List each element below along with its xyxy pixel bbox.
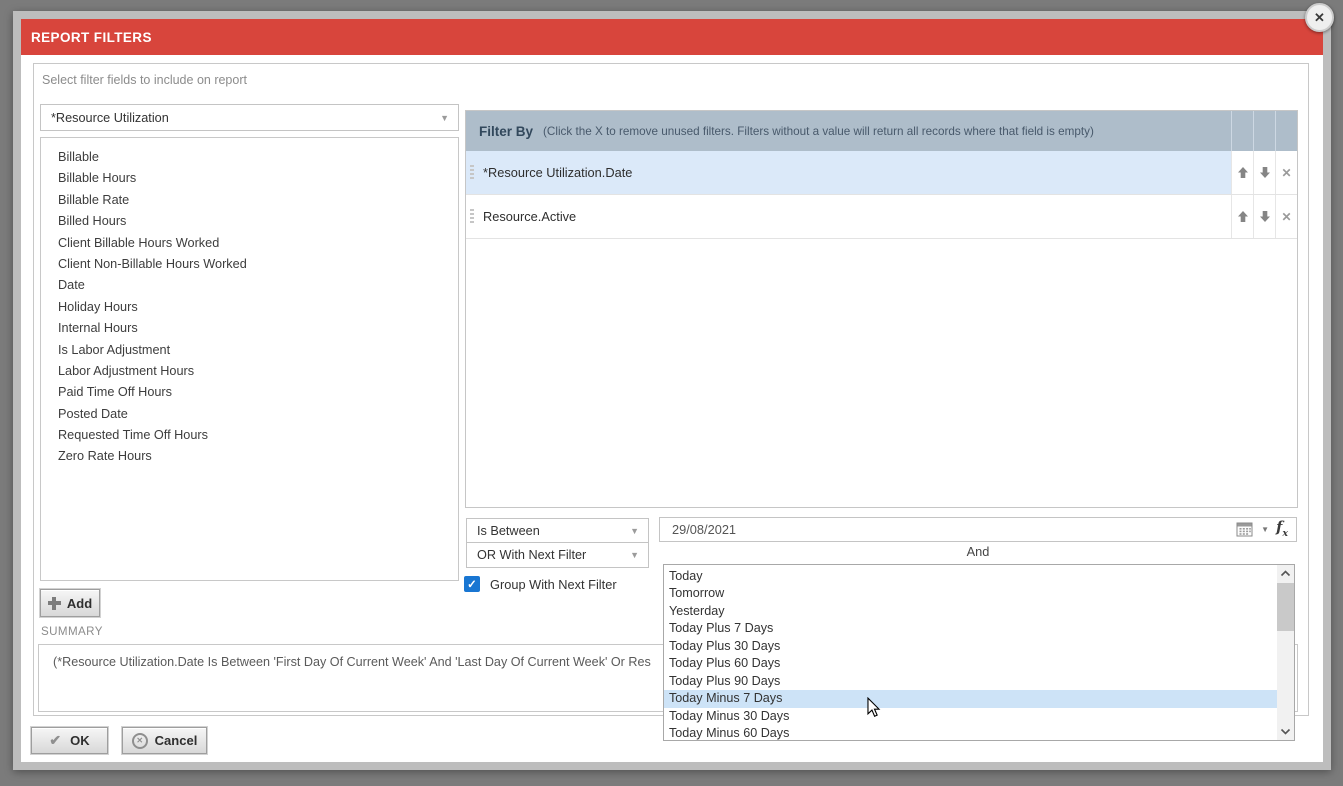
- scrollbar-thumb[interactable]: [1277, 583, 1294, 631]
- chevron-down-icon: ▼: [630, 550, 639, 560]
- chevron-down-icon: ▼: [630, 526, 639, 536]
- chevron-down-icon: ▼: [440, 113, 449, 123]
- summary-label: SUMMARY: [41, 625, 103, 638]
- filter-row-label: *Resource Utilization.Date: [483, 165, 632, 180]
- filter-rows: *Resource Utilization.Date ✕: [466, 151, 1297, 239]
- chevron-down-icon[interactable]: ▼: [1261, 525, 1269, 534]
- scroll-up-icon: [1280, 570, 1291, 577]
- operator-dropdown[interactable]: Is Between ▼: [466, 518, 649, 543]
- date-options-list: Today Tomorrow Yesterday Today Plus 7 Da…: [663, 564, 1295, 741]
- close-button[interactable]: ✕: [1305, 3, 1334, 32]
- scroll-down-icon: [1280, 728, 1291, 735]
- field-item[interactable]: Billed Hours: [41, 211, 458, 232]
- date-value-input[interactable]: 29/08/2021 ▼ fx: [659, 517, 1297, 542]
- scrollbar-down-button[interactable]: [1277, 723, 1294, 740]
- filter-table-header: Filter By (Click the X to remove unused …: [466, 111, 1297, 151]
- field-item[interactable]: Internal Hours: [41, 318, 458, 339]
- check-icon: ✔: [49, 732, 61, 749]
- field-item[interactable]: Is Labor Adjustment: [41, 340, 458, 361]
- field-item[interactable]: Billable Rate: [41, 190, 458, 211]
- calendar-icon[interactable]: [1236, 521, 1253, 537]
- category-dropdown-value: *Resource Utilization: [51, 111, 169, 125]
- checkbox-checked-icon[interactable]: ✓: [464, 576, 480, 592]
- scrollbar-track[interactable]: [1277, 565, 1294, 740]
- drag-handle-icon[interactable]: [470, 165, 474, 181]
- field-item[interactable]: Paid Time Off Hours: [41, 382, 458, 403]
- date-option[interactable]: Yesterday: [664, 603, 1294, 620]
- date-option[interactable]: Today Plus 7 Days: [664, 620, 1294, 637]
- plus-icon: [48, 597, 61, 610]
- field-item[interactable]: Posted Date: [41, 404, 458, 425]
- dialog-titlebar: REPORT FILTERS: [21, 19, 1323, 55]
- ok-button-label: OK: [70, 733, 90, 748]
- date-value: 29/08/2021: [672, 522, 736, 537]
- date-option[interactable]: Today Plus 30 Days: [664, 638, 1294, 655]
- remove-filter-button[interactable]: ✕: [1275, 151, 1297, 194]
- remove-x-icon: ✕: [1281, 166, 1291, 180]
- date-option[interactable]: Tomorrow: [664, 585, 1294, 602]
- filter-row[interactable]: *Resource Utilization.Date ✕: [466, 151, 1297, 195]
- drag-handle-icon[interactable]: [470, 209, 474, 225]
- date-option[interactable]: Today: [664, 568, 1294, 585]
- header-cell-up: [1231, 111, 1253, 151]
- date-option[interactable]: Today Minus 7 Days: [664, 690, 1294, 707]
- remove-x-icon: ✕: [1281, 210, 1291, 224]
- category-dropdown[interactable]: *Resource Utilization ▼: [40, 104, 459, 131]
- filter-table: Filter By (Click the X to remove unused …: [465, 110, 1298, 508]
- remove-filter-button[interactable]: ✕: [1275, 195, 1297, 238]
- report-filters-dialog: REPORT FILTERS ✕ Select filter fields to…: [13, 11, 1331, 770]
- move-down-button[interactable]: [1253, 195, 1275, 238]
- cancel-button[interactable]: ✕ Cancel: [122, 727, 207, 754]
- field-list: Billable Billable Hours Billable Rate Bi…: [40, 137, 459, 581]
- add-button-label: Add: [67, 596, 92, 611]
- cancel-button-label: Cancel: [155, 733, 198, 748]
- and-label: And: [659, 544, 1297, 559]
- combine-dropdown[interactable]: OR With Next Filter ▼: [466, 542, 649, 568]
- move-up-button[interactable]: [1231, 195, 1253, 238]
- filter-by-hint: (Click the X to remove unused filters. F…: [543, 125, 1094, 138]
- field-item[interactable]: Requested Time Off Hours: [41, 425, 458, 446]
- field-item[interactable]: Holiday Hours: [41, 297, 458, 318]
- arrow-up-icon: [1237, 210, 1249, 223]
- filter-row[interactable]: Resource.Active ✕: [466, 195, 1297, 239]
- screen: REPORT FILTERS ✕ Select filter fields to…: [0, 0, 1343, 786]
- dialog-body: Select filter fields to include on repor…: [21, 55, 1323, 762]
- field-item[interactable]: Zero Rate Hours: [41, 446, 458, 467]
- field-item[interactable]: Date: [41, 275, 458, 296]
- date-option[interactable]: Today Plus 60 Days: [664, 655, 1294, 672]
- operator-dropdown-value: Is Between: [477, 524, 540, 538]
- filter-by-title: Filter By: [479, 124, 533, 139]
- checkmark-icon: ✓: [467, 577, 477, 591]
- dialog-title: REPORT FILTERS: [31, 30, 152, 45]
- date-option[interactable]: Today Minus 60 Days: [664, 725, 1294, 741]
- cancel-circle-x-icon: ✕: [132, 733, 148, 749]
- date-option[interactable]: Today Minus 30 Days: [664, 708, 1294, 725]
- move-down-button[interactable]: [1253, 151, 1275, 194]
- filter-row-label: Resource.Active: [483, 209, 576, 224]
- move-up-button[interactable]: [1231, 151, 1253, 194]
- field-item[interactable]: Client Non-Billable Hours Worked: [41, 254, 458, 275]
- arrow-down-icon: [1259, 210, 1271, 223]
- field-item[interactable]: Labor Adjustment Hours: [41, 361, 458, 382]
- group-with-next-filter-checkbox[interactable]: ✓ Group With Next Filter: [464, 576, 617, 592]
- combine-dropdown-value: OR With Next Filter: [477, 548, 586, 562]
- header-cell-down: [1253, 111, 1275, 151]
- instruction-text: Select filter fields to include on repor…: [42, 73, 247, 87]
- group-checkbox-label: Group With Next Filter: [490, 577, 617, 592]
- arrow-up-icon: [1237, 166, 1249, 179]
- close-icon: ✕: [1314, 10, 1325, 26]
- summary-text: (*Resource Utilization.Date Is Between '…: [53, 655, 651, 669]
- ok-button[interactable]: ✔ OK: [31, 727, 108, 754]
- field-item[interactable]: Client Billable Hours Worked: [41, 233, 458, 254]
- formula-fx-icon[interactable]: fx: [1276, 521, 1288, 538]
- field-item[interactable]: Billable Hours: [41, 168, 458, 189]
- add-button[interactable]: Add: [40, 589, 100, 617]
- mouse-cursor: [866, 697, 881, 723]
- field-item[interactable]: Billable: [41, 147, 458, 168]
- header-cell-remove: [1275, 111, 1297, 151]
- date-option[interactable]: Today Plus 90 Days: [664, 673, 1294, 690]
- arrow-down-icon: [1259, 166, 1271, 179]
- scrollbar-up-button[interactable]: [1277, 565, 1294, 582]
